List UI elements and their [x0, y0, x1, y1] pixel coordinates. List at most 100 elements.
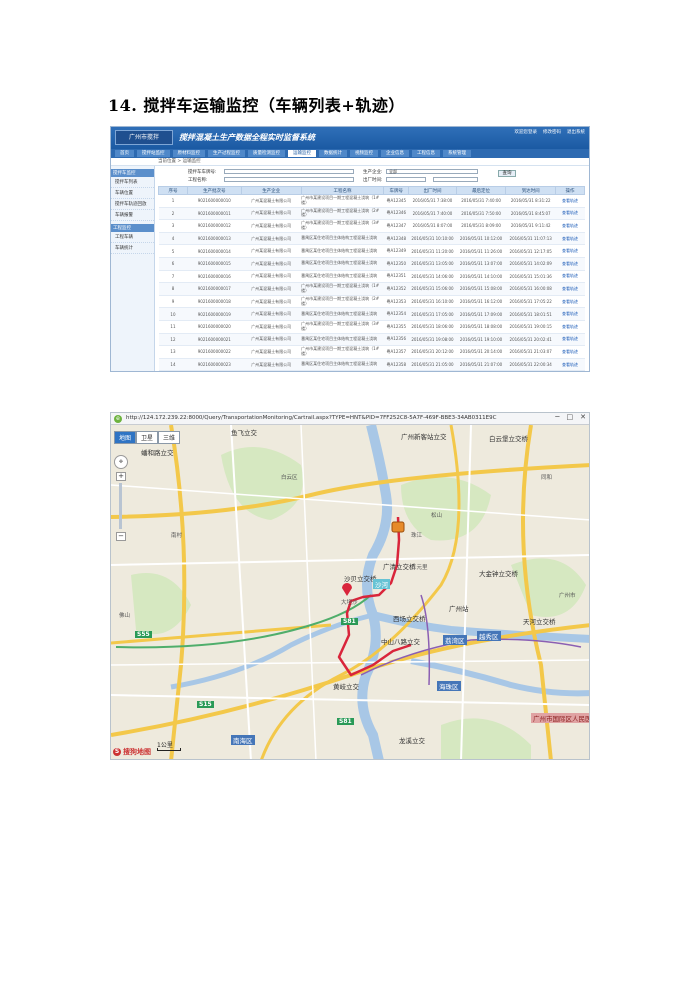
- view-track-link[interactable]: 查看轨迹: [555, 333, 585, 347]
- map-label: 中山八路立交: [381, 638, 420, 646]
- view-track-link[interactable]: 查看轨迹: [555, 257, 585, 271]
- nav-home[interactable]: 首页: [115, 150, 134, 157]
- plate-input[interactable]: [224, 169, 354, 174]
- map-type-3d[interactable]: 三维: [158, 431, 181, 444]
- view-track-link[interactable]: 查看轨迹: [555, 320, 585, 334]
- sidebar-group-truck[interactable]: 搅拌车监控: [111, 169, 154, 177]
- view-track-link[interactable]: 查看轨迹: [555, 270, 585, 284]
- close-icon[interactable]: ✕: [580, 413, 586, 421]
- table-row[interactable]: 9 9021600000018 广州某混凝土有限公司 广州市某建设项目一期工程混凝土浇…: [158, 295, 585, 309]
- map-label: 南村: [171, 533, 183, 539]
- table-row[interactable]: 13 9021600000022 广州某混凝土有限公司 广州市某建设项目一期工程混凝土…: [158, 345, 585, 359]
- nav-plant[interactable]: 搅拌站监控: [137, 150, 170, 157]
- table-cell: 番禺区某住宅项目主体结构工程混凝土浇筑: [301, 307, 384, 321]
- project-input[interactable]: [224, 177, 354, 182]
- zoom-control: ✥ + −: [114, 455, 128, 541]
- sidebar-item-truck-list[interactable]: 搅拌车列表: [111, 177, 154, 188]
- table-cell: 7: [158, 270, 188, 284]
- nav-transport[interactable]: 运输监控: [288, 150, 316, 157]
- sidebar: 搅拌车监控 搅拌车列表 车辆位置 搅拌车轨迹回放 车辆报警 工程监控 工程车辆 …: [111, 166, 155, 371]
- sidebar-item-truck-alarm[interactable]: 车辆报警: [111, 210, 154, 221]
- company-select[interactable]: 全部: [386, 169, 478, 174]
- table-row[interactable]: 14 9021600000023 广州某混凝土有限公司 番禺区某住宅项目主体结构工程混…: [158, 358, 585, 371]
- view-track-link[interactable]: 查看轨迹: [555, 194, 585, 208]
- table-row[interactable]: 6 9021600000015 广州某混凝土有限公司 番禺区某住宅项目主体结构工程混凝…: [158, 257, 585, 271]
- sidebar-item-track-replay[interactable]: 搅拌车轨迹回放: [111, 199, 154, 210]
- table-row[interactable]: 3 9021600000012 广州某混凝土有限公司 广州市某建设项目一期工程混凝土浇…: [158, 219, 585, 233]
- table-cell: 粤A12347: [383, 219, 409, 233]
- map-type-map[interactable]: 地图: [114, 431, 137, 444]
- table-cell: 9021600000012: [187, 219, 242, 233]
- table-row[interactable]: 4 9021600000013 广州某混凝土有限公司 番禺区某住宅项目主体结构工程混凝…: [158, 232, 585, 246]
- view-track-link[interactable]: 查看轨迹: [555, 345, 585, 359]
- table-row[interactable]: 10 9021600000019 广州某混凝土有限公司 番禺区某住宅项目主体结构工程混…: [158, 307, 585, 321]
- view-track-link[interactable]: 查看轨迹: [555, 307, 585, 321]
- time-end-input[interactable]: [433, 177, 478, 182]
- table-row[interactable]: 7 9021600000016 广州某混凝土有限公司 番禺区某住宅项目主体结构工程混凝…: [158, 270, 585, 284]
- table-cell: 粤A12352: [383, 282, 409, 296]
- nav-video[interactable]: 视频监控: [350, 150, 378, 157]
- table-cell: 2016/05/31 17:05:22: [505, 295, 556, 309]
- pan-icon[interactable]: ✥: [114, 455, 128, 469]
- table-cell: 粤A12354: [383, 307, 409, 321]
- table-cell: 2016/05/31 22:00:34: [505, 358, 556, 371]
- top-links: 欢迎您登录 修改密码 退出系统: [515, 129, 586, 135]
- zoom-slider[interactable]: [119, 483, 122, 529]
- map-label: 龙溪立交: [399, 737, 425, 745]
- table-row[interactable]: 8 9021600000017 广州某混凝土有限公司 广州市某建设项目一期工程混凝土浇…: [158, 282, 585, 296]
- map-canvas[interactable]: [111, 425, 590, 760]
- table-cell: 粤A12349: [383, 244, 409, 258]
- nav-production[interactable]: 生产过程监控: [208, 150, 245, 157]
- plate-label: 搅拌车车牌号:: [188, 170, 217, 175]
- table-row[interactable]: 2 9021600000011 广州某混凝土有限公司 广州市某建设项目一期工程混凝土浇…: [158, 207, 585, 221]
- logout-link[interactable]: 退出系统: [567, 129, 585, 135]
- nav-company[interactable]: 企业信息: [381, 150, 409, 157]
- map-label: 西场立交桥: [393, 615, 426, 623]
- nav-material[interactable]: 原材料监控: [172, 150, 205, 157]
- view-track-link[interactable]: 查看轨迹: [555, 219, 585, 233]
- nav-stats[interactable]: 数据统计: [319, 150, 347, 157]
- map-label: 蟠和路立交: [141, 449, 174, 457]
- table-row[interactable]: 11 9021600000020 广州某混凝土有限公司 广州市某建设项目一期工程混凝土…: [158, 320, 585, 334]
- sidebar-group-project[interactable]: 工程监控: [111, 224, 154, 232]
- change-password-link[interactable]: 修改密码: [543, 129, 561, 135]
- table-cell: 12: [158, 333, 188, 347]
- map-label: 黄岐立交: [333, 683, 359, 691]
- nav-quality[interactable]: 质量检测监控: [248, 150, 285, 157]
- map-type-satellite[interactable]: 卫星: [136, 431, 159, 444]
- table-row[interactable]: 5 9021600000014 广州某混凝土有限公司 番禺区某住宅项目主体结构工程混凝…: [158, 244, 585, 258]
- sidebar-item-truck-position[interactable]: 车辆位置: [111, 188, 154, 199]
- sidebar-item-project-trucks[interactable]: 工程车辆: [111, 232, 154, 243]
- table-cell: 2016/05/31 15:06:00: [408, 282, 457, 296]
- column-header: 操作: [555, 186, 585, 195]
- nav-system[interactable]: 系统管理: [443, 150, 471, 157]
- table-cell: 6: [158, 257, 188, 271]
- table-cell: 2016/05/31 21:07:00: [456, 358, 506, 371]
- map-scale: 1公里: [157, 740, 181, 751]
- query-button[interactable]: 查询: [498, 170, 516, 177]
- view-track-link[interactable]: 查看轨迹: [555, 282, 585, 296]
- table-cell: 广州市某建设项目一期工程混凝土浇筑（2#楼）: [301, 295, 384, 309]
- page-url[interactable]: http://124.172.239.22:8000/Query/Transpo…: [126, 415, 496, 421]
- table-cell: 广州某混凝土有限公司: [241, 333, 302, 347]
- view-track-link[interactable]: 查看轨迹: [555, 295, 585, 309]
- nav-project[interactable]: 工程信息: [412, 150, 440, 157]
- table-cell: 9021600000021: [187, 333, 242, 347]
- zoom-out-button[interactable]: −: [116, 532, 126, 541]
- minimize-icon[interactable]: ─: [555, 413, 559, 421]
- view-track-link[interactable]: 查看轨迹: [555, 232, 585, 246]
- table-cell: 2016/05/31 11:20:00: [408, 244, 457, 258]
- welcome-link[interactable]: 欢迎您登录: [515, 129, 538, 135]
- map-label: 广州市国际区人民医院: [531, 713, 589, 723]
- sidebar-item-truck-stats[interactable]: 车辆统计: [111, 243, 154, 254]
- view-track-link[interactable]: 查看轨迹: [555, 244, 585, 258]
- zoom-in-button[interactable]: +: [116, 472, 126, 481]
- table-cell: 广州市某建设项目一期工程混凝土浇筑（1#楼）: [301, 282, 384, 296]
- time-start-input[interactable]: [386, 177, 426, 182]
- table-row[interactable]: 1 9021600000010 广州某混凝土有限公司 广州市某建设项目一期工程混凝土浇…: [158, 194, 585, 208]
- maximize-icon[interactable]: □: [567, 413, 574, 421]
- view-track-link[interactable]: 查看轨迹: [555, 358, 585, 371]
- table-row[interactable]: 12 9021600000021 广州某混凝土有限公司 番禺区某住宅项目主体结构工程混…: [158, 333, 585, 347]
- view-track-link[interactable]: 查看轨迹: [555, 207, 585, 221]
- table-cell: 粤A12355: [383, 320, 409, 334]
